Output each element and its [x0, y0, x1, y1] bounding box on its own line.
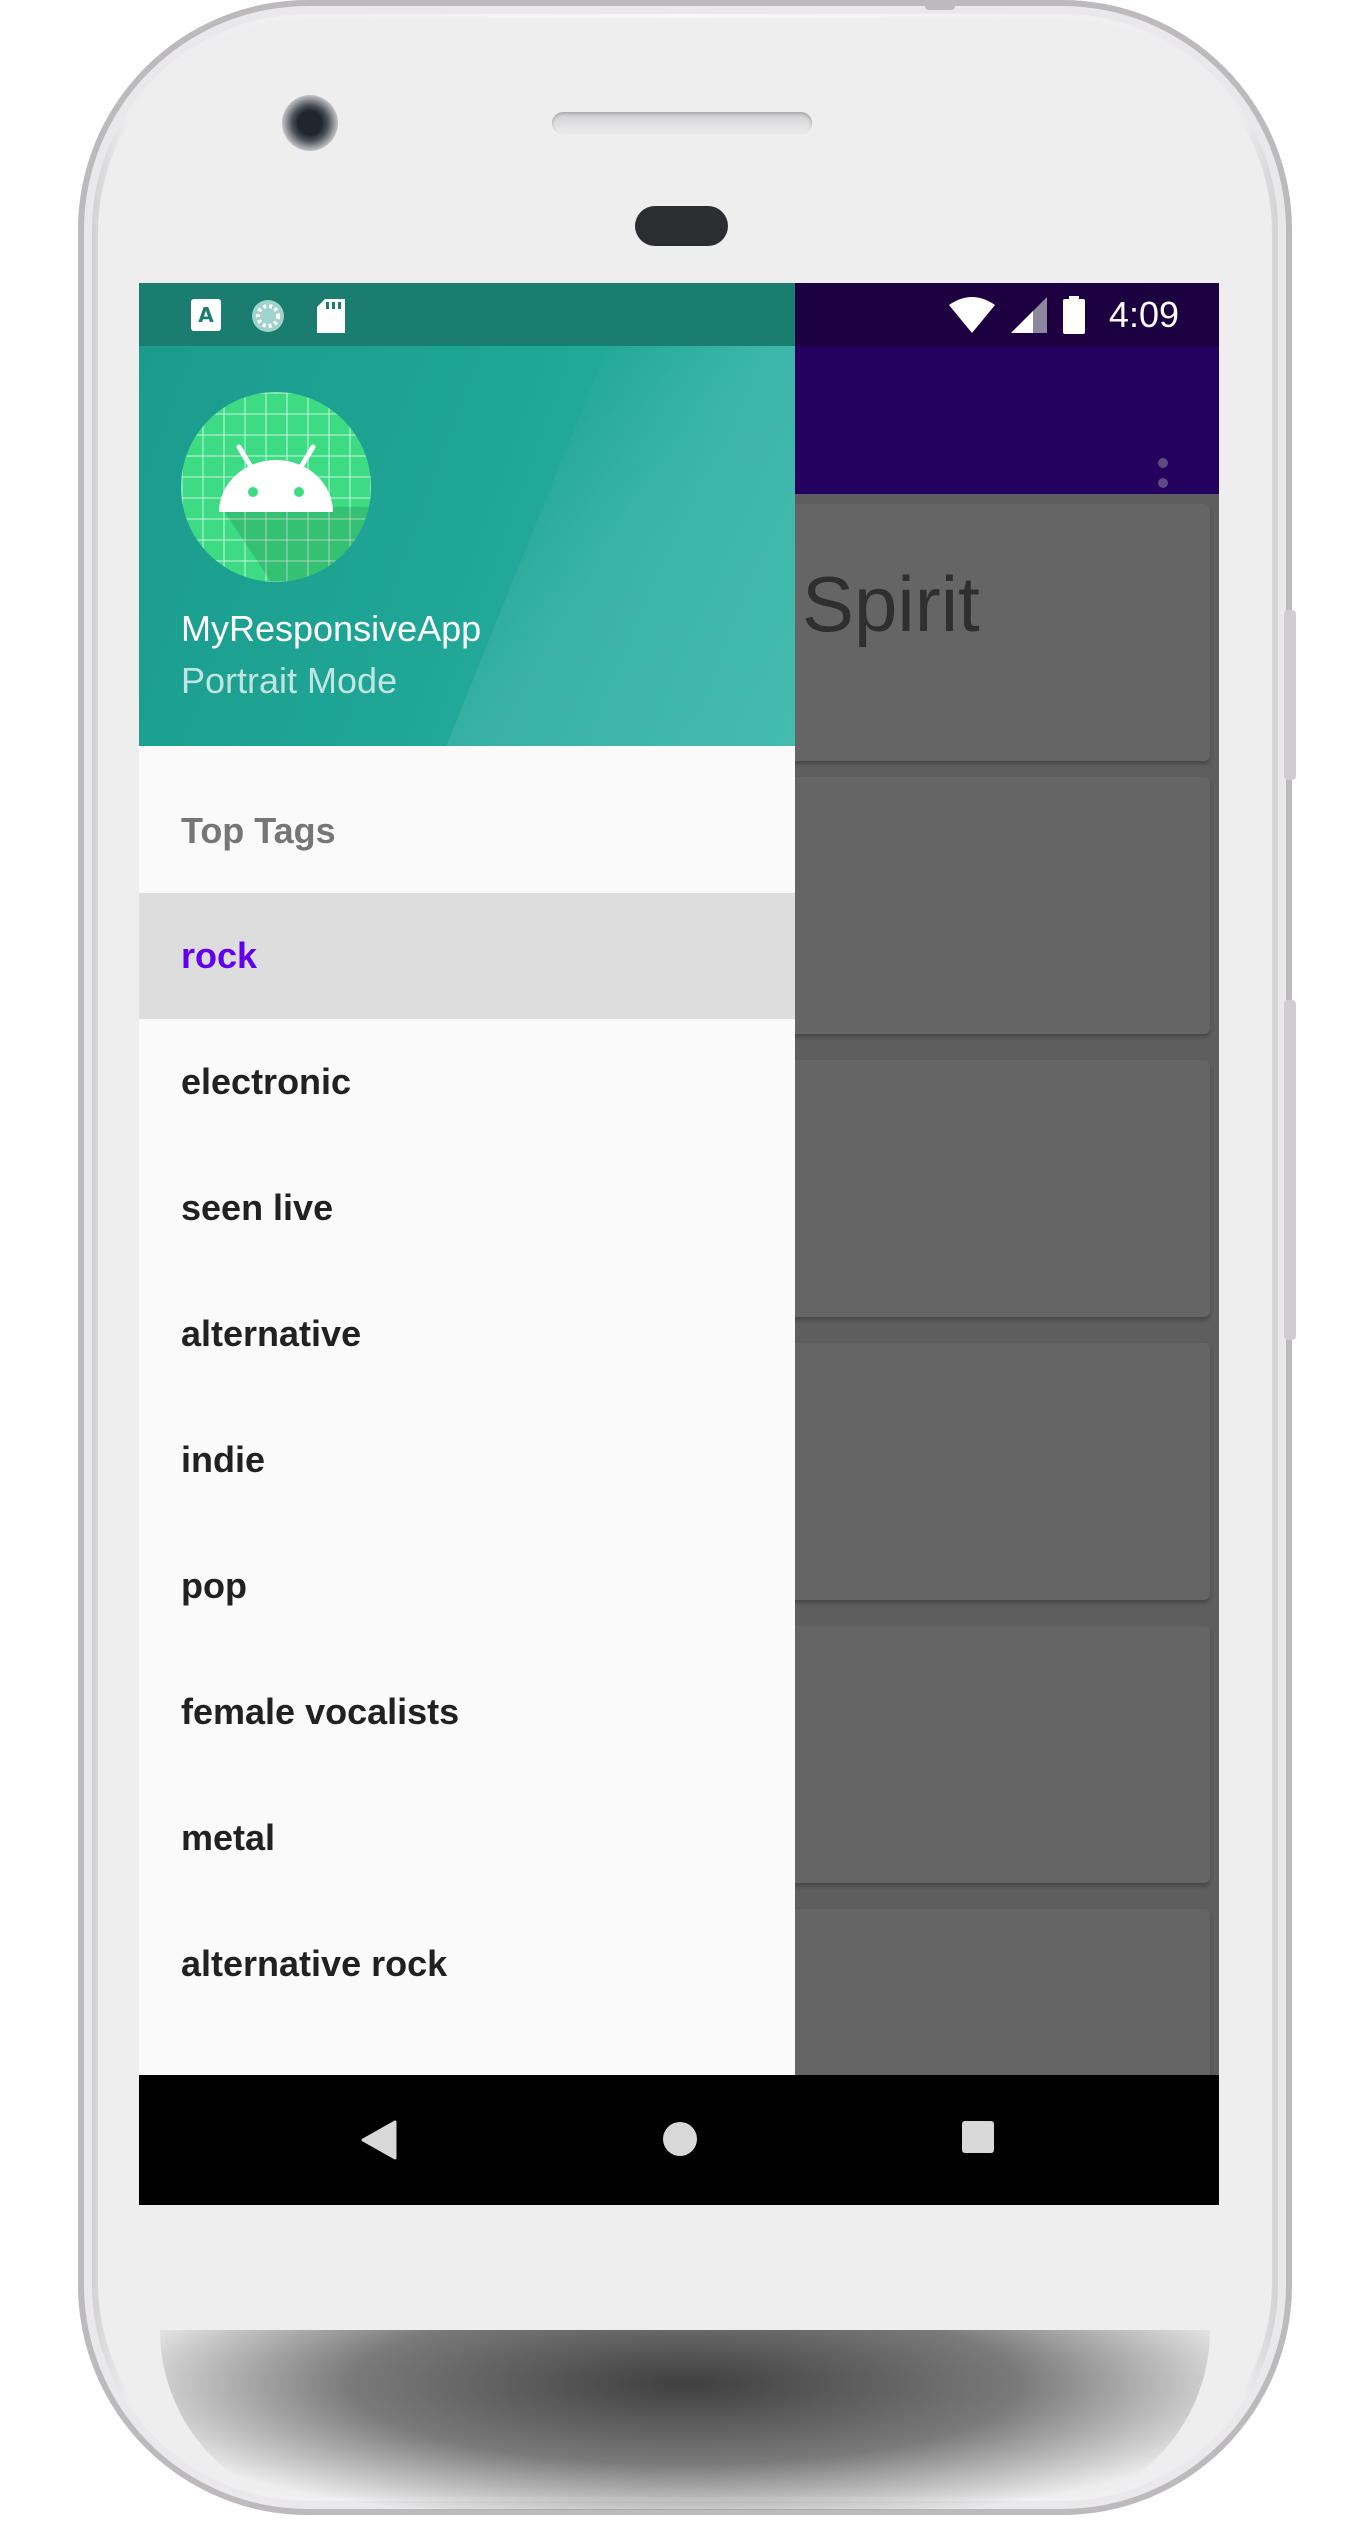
drawer-item-electronic[interactable]: electronic [139, 1019, 795, 1145]
drawer-item-alternative[interactable]: alternative [139, 1271, 795, 1397]
drawer-status-bar: A [139, 283, 795, 346]
svg-text:A: A [198, 303, 214, 327]
navigation-drawer: A MyResponsiveApp Portrait Mode Top Tags… [139, 283, 795, 2075]
volume-button [1284, 1000, 1296, 1340]
header-sheen [413, 346, 795, 746]
drawer-item-alternative-rock[interactable]: alternative rock [139, 1901, 795, 2027]
proximity-sensor [635, 206, 728, 246]
card-title: Spirit [802, 560, 980, 648]
phone-top-button [925, 0, 955, 10]
wifi-icon [948, 296, 995, 333]
front-camera [282, 95, 338, 151]
a-notification-icon: A [191, 299, 221, 331]
back-icon[interactable] [361, 2120, 397, 2160]
drawer-item-female-vocalists[interactable]: female vocalists [139, 1649, 795, 1775]
drawer-item-rock[interactable]: rock [139, 893, 795, 1019]
battery-icon [1062, 295, 1085, 334]
clock: 4:09 [1108, 293, 1179, 335]
app-name: MyResponsiveApp [181, 608, 482, 649]
android-icon [181, 392, 371, 582]
phone-bottom-shadow [160, 2330, 1210, 2510]
section-title: Top Tags [181, 810, 336, 851]
system-nav-bar [139, 2075, 1219, 2205]
drawer-item-indie[interactable]: indie [139, 1397, 795, 1523]
sync-icon [252, 300, 284, 332]
drawer-item-metal[interactable]: metal [139, 1775, 795, 1901]
sd-card-icon [317, 299, 345, 333]
header-subtitle: Portrait Mode [181, 660, 398, 701]
screen: 4:09 Spirit A MyResponsiveApp Portrait M… [139, 283, 1219, 2205]
home-icon[interactable] [661, 2120, 699, 2158]
cell-signal-icon [1010, 296, 1047, 333]
drawer-item-seen-live[interactable]: seen live [139, 1145, 795, 1271]
drawer-header: MyResponsiveApp Portrait Mode [139, 346, 795, 746]
power-button [1284, 610, 1296, 780]
status-bar-right: 4:09 [948, 283, 1179, 346]
drawer-item-pop[interactable]: pop [139, 1523, 795, 1649]
earpiece-speaker [552, 112, 812, 134]
recents-icon[interactable] [961, 2120, 995, 2154]
